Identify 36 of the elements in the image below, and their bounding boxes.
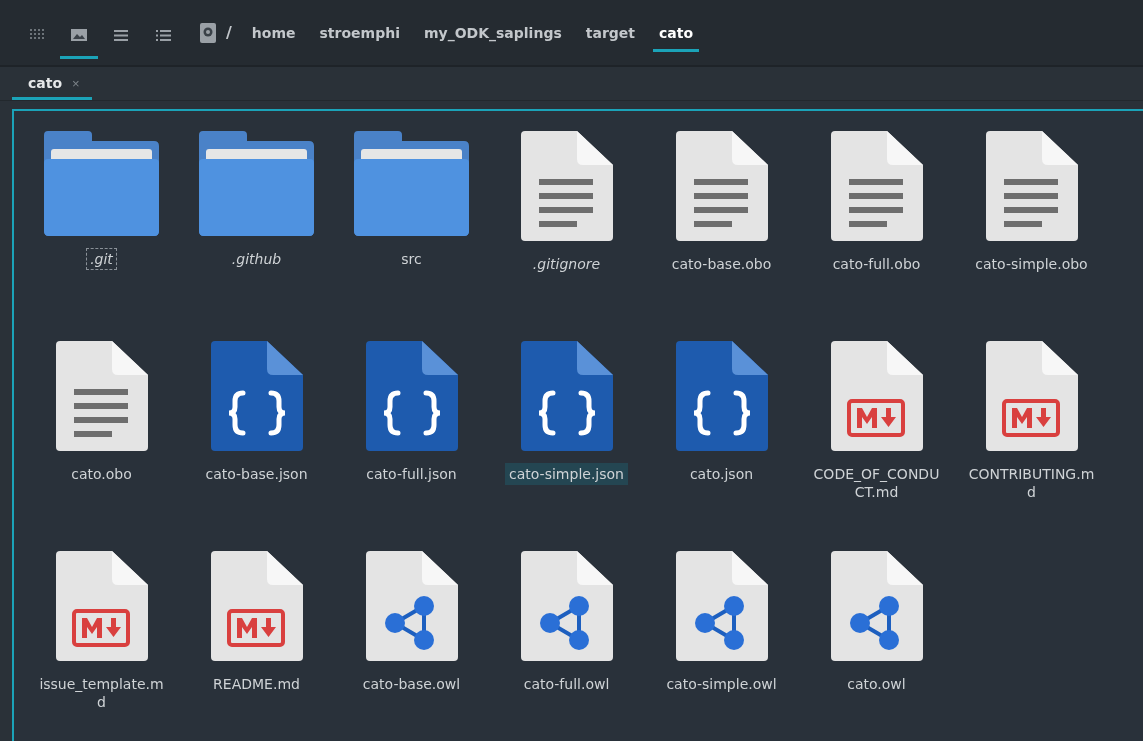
- tab[interactable]: cato ×: [12, 75, 92, 100]
- file-name[interactable]: .git: [86, 248, 117, 270]
- close-tab-button[interactable]: ×: [72, 75, 80, 91]
- breadcrumb[interactable]: my_ODK_saplings: [417, 24, 568, 52]
- tab-label: cato: [28, 75, 63, 91]
- breadcrumb[interactable]: cato: [653, 24, 700, 52]
- network-file-icon: [365, 551, 458, 661]
- document-icon: [675, 131, 768, 241]
- drive-icon[interactable]: [200, 22, 216, 43]
- menu-icon: [114, 29, 128, 41]
- document-icon: [55, 341, 148, 451]
- breadcrumb[interactable]: home: [245, 24, 302, 52]
- document-icon: [830, 131, 923, 241]
- document-icon: [520, 131, 613, 241]
- json-file-icon: [520, 341, 613, 451]
- json-file-icon: [675, 341, 768, 451]
- network-file-icon: [520, 551, 613, 661]
- network-file-icon: [675, 551, 768, 661]
- markdown-file-icon: [55, 551, 148, 661]
- document-icon: [985, 131, 1078, 241]
- markdown-file-icon: [985, 341, 1078, 451]
- json-file-icon: [365, 341, 458, 451]
- path-separator: /: [226, 23, 232, 42]
- file-name[interactable]: cato-simple.json: [505, 463, 628, 485]
- network-file-icon: [830, 551, 923, 661]
- markdown-file-icon: [830, 341, 923, 451]
- breadcrumb[interactable]: stroemphi: [313, 24, 406, 52]
- json-file-icon: [210, 341, 303, 451]
- folder-icon: [44, 131, 159, 236]
- image-icon: [71, 29, 87, 41]
- list-icon: [155, 29, 171, 41]
- markdown-file-icon: [210, 551, 303, 661]
- grid-view-icon: [30, 29, 44, 41]
- folder-icon: [199, 131, 314, 236]
- breadcrumb[interactable]: target: [579, 24, 641, 52]
- folder-icon: [354, 131, 469, 236]
